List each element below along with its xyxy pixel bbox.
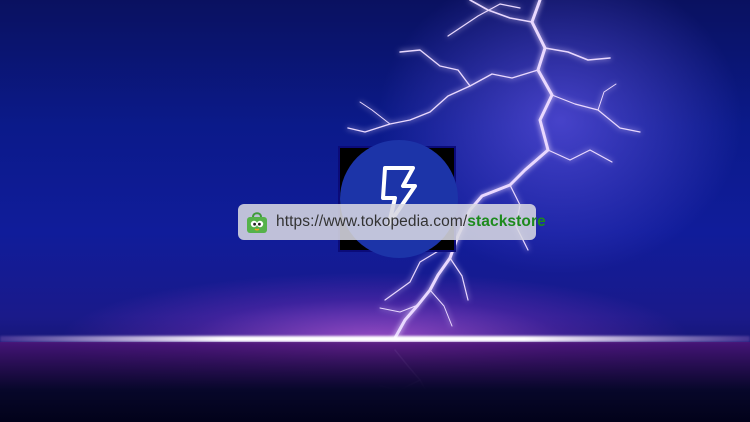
store-url[interactable]: https://www.tokopedia.com/stackstore <box>276 213 546 231</box>
url-path: stackstore <box>467 213 546 230</box>
background-scene: https://www.tokopedia.com/stackstore <box>0 0 750 422</box>
water-reflection <box>0 342 750 422</box>
store-url-banner[interactable]: https://www.tokopedia.com/stackstore <box>238 204 546 240</box>
tokopedia-bag-icon <box>247 212 267 233</box>
url-base: https://www.tokopedia.com/ <box>276 213 468 230</box>
